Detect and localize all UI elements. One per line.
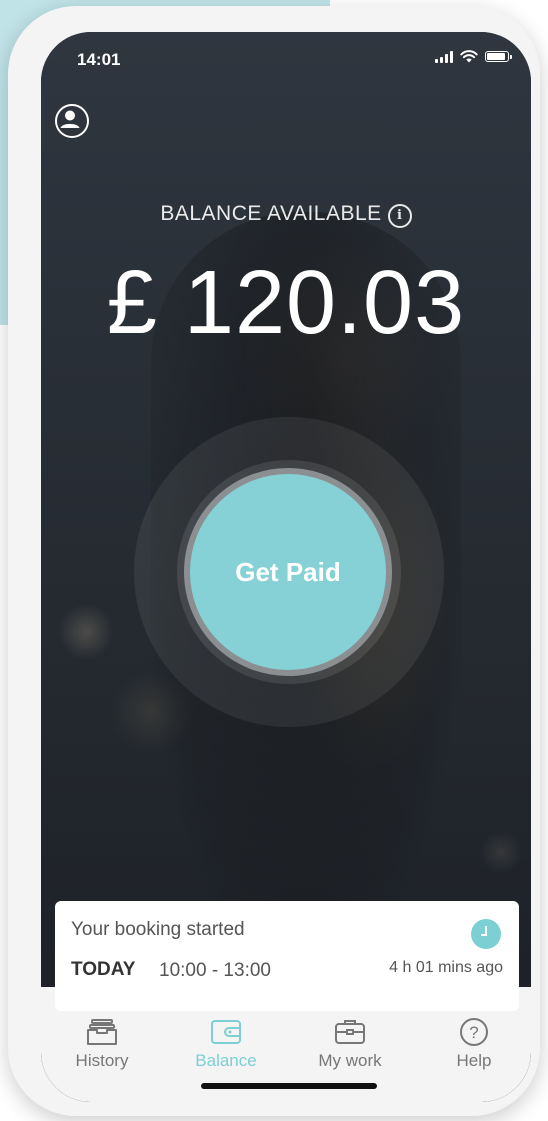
profile-button[interactable] [55, 104, 89, 138]
clock-icon [471, 919, 501, 949]
tab-my-work-label: My work [318, 1051, 382, 1070]
question-circle-icon: ? [460, 1018, 488, 1046]
tab-my-work[interactable]: My work [295, 1017, 405, 1071]
home-indicator [201, 1083, 377, 1089]
balance-label-text: BALANCE AVAILABLE [160, 202, 382, 225]
booking-card[interactable]: Your booking started TODAY 10:00 - 13:00… [55, 901, 519, 1011]
wallet-icon [211, 1020, 241, 1044]
tab-balance-label: Balance [195, 1051, 257, 1070]
wifi-icon [460, 50, 478, 63]
tab-balance[interactable]: Balance [171, 1017, 281, 1071]
balance-amount: £ 120.03 [106, 253, 466, 353]
status-time: 14:01 [77, 50, 121, 69]
briefcase-icon [335, 1020, 365, 1044]
tab-history[interactable]: History [47, 1017, 157, 1071]
get-paid-button[interactable]: Get Paid [184, 468, 392, 676]
booking-elapsed: 4 h 01 mins ago [389, 959, 503, 976]
tab-help[interactable]: ? Help [419, 1017, 529, 1071]
svg-text:?: ? [469, 1023, 478, 1042]
booking-time-range: 10:00 - 13:00 [159, 960, 271, 981]
battery-icon [485, 51, 512, 62]
booking-title: Your booking started [71, 919, 245, 940]
tab-history-label: History [75, 1051, 129, 1070]
status-bar: 14:01 [41, 32, 531, 88]
get-paid-label: Get Paid [235, 556, 341, 587]
tab-help-label: Help [456, 1051, 492, 1070]
info-icon[interactable]: i [387, 204, 412, 228]
booking-day: TODAY [71, 959, 136, 980]
user-icon [60, 110, 79, 128]
phone-frame: 14:01 BALANCE AVAILABLE i £ 120.03 Get P… [8, 6, 540, 1116]
app-screen: 14:01 BALANCE AVAILABLE i £ 120.03 Get P… [41, 32, 531, 1102]
signal-icon [435, 50, 453, 63]
inbox-tray-icon [87, 1019, 117, 1045]
status-icons [435, 50, 512, 63]
balance-label: BALANCE AVAILABLE i [41, 202, 531, 228]
